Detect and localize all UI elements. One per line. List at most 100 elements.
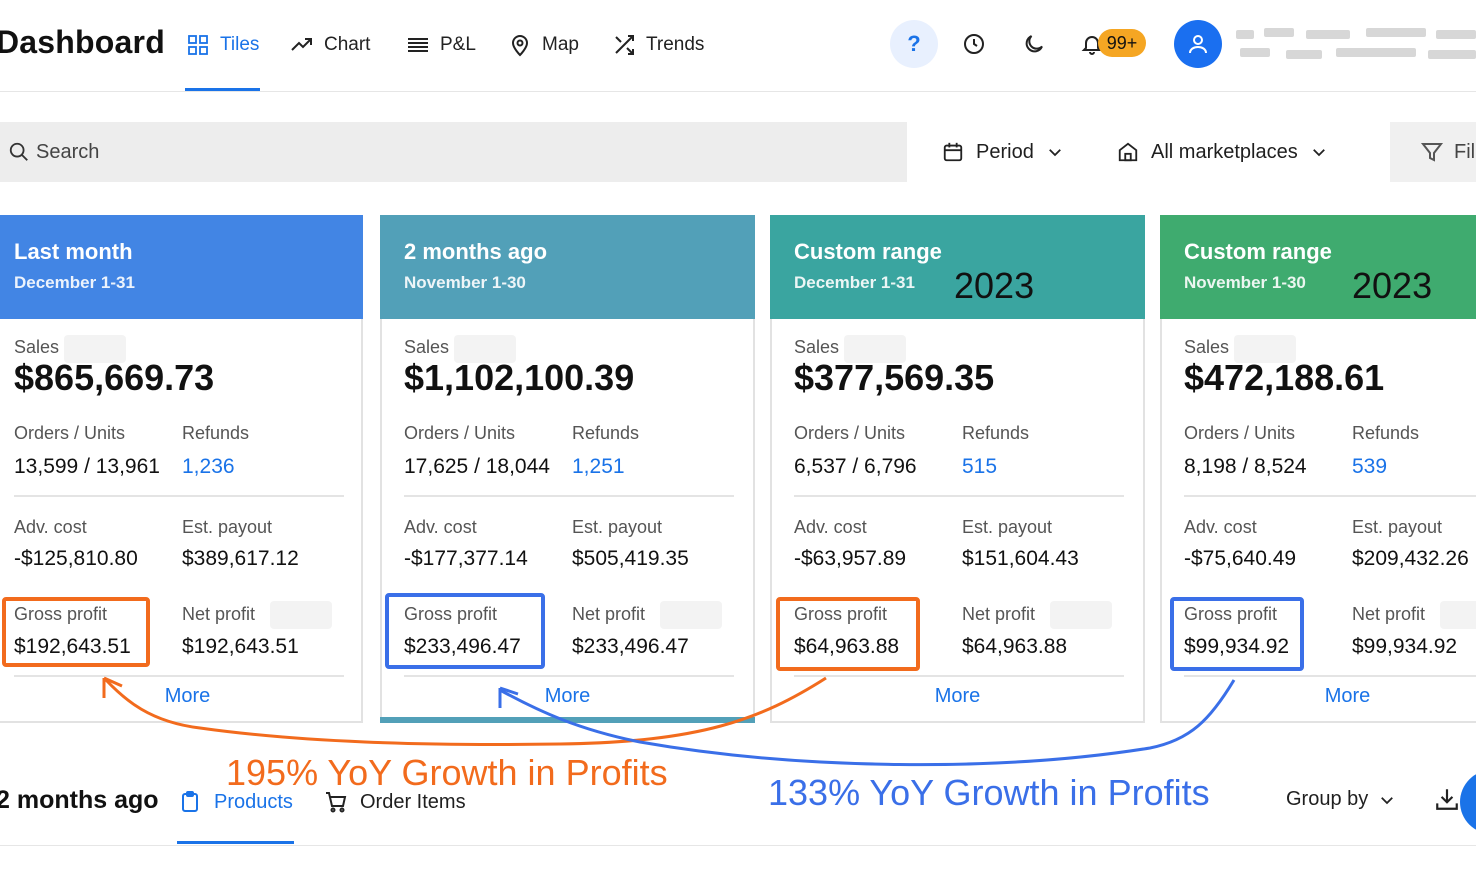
net-profit-label: Net profit [182,604,256,624]
gross-profit-highlight [2,597,150,667]
tile-last-month: Last month December 1-31 Sales $865,669.… [0,215,363,723]
user-icon [1189,35,1207,54]
orders-label: Orders / Units [14,423,126,443]
more-link[interactable]: More [1162,685,1476,708]
net-profit-label: Net profit [572,604,646,624]
tab-trends[interactable]: Trends [612,30,704,60]
est-payout-label: Est. payout [962,517,1053,537]
tab-chart[interactable]: Chart [290,30,370,60]
tile-subtitle: December 1-31 [794,273,915,292]
year-annotation: 2023 [954,265,1035,306]
tile-title: Last month [14,239,133,264]
sales-label: Sales [404,337,450,357]
redacted-chip [1050,601,1112,629]
chevron-down-icon [1312,149,1325,157]
notification-count-badge: 99+ [1098,29,1146,57]
divider [1184,495,1476,497]
tab-trends-label: Trends [646,34,705,55]
tab-order-items[interactable]: Order Items [324,788,466,816]
refunds-link[interactable]: 515 [962,455,997,479]
tile-header: Custom range December 1-31 2023 [770,215,1145,319]
chevron-down-icon [1381,796,1394,804]
tile-title: 2 months ago [404,239,548,264]
more-link[interactable]: More [382,685,753,708]
floating-action-button[interactable] [1460,770,1476,834]
est-payout-value: $209,432.26 [1352,547,1469,570]
marketplaces-dropdown[interactable]: All marketplaces [1117,136,1328,168]
est-payout-label: Est. payout [1352,517,1443,537]
tab-order-items-label: Order Items [360,790,466,813]
blue-annotation-text: 133% YoY Growth in Profits [768,772,1210,813]
tab-products-label: Products [214,790,293,813]
sales-value: $865,669.73 [14,357,215,398]
net-profit-value: $64,963.88 [962,635,1068,658]
refunds-label: Refunds [572,423,640,443]
adv-cost-label: Adv. cost [14,517,87,537]
search-icon [9,142,28,161]
divider [0,845,1476,846]
active-tab-indicator [185,88,260,91]
active-subtab-indicator [177,841,294,844]
refunds-link[interactable]: 539 [1352,455,1387,479]
sales-label: Sales [794,337,840,357]
map-pin-icon [511,35,529,57]
group-by-dropdown[interactable]: Group by [1286,788,1396,811]
redacted-chip [270,601,332,629]
question-mark-icon: ? [907,31,921,56]
est-payout-value: $151,604.43 [962,547,1079,570]
section-title: 2 months ago [0,786,159,814]
gross-profit-highlight [385,593,545,669]
sales-value: $472,188.61 [1184,357,1385,398]
sales-value: $377,569.35 [794,357,995,398]
sales-value: $1,102,100.39 [404,357,635,398]
orders-label: Orders / Units [404,423,516,443]
sales-label: Sales [14,337,60,357]
search-bar[interactable] [0,122,907,182]
tile-header: Custom range November 1-30 2023 [1160,215,1476,319]
cart-icon [326,792,347,813]
calendar-icon [943,142,963,162]
moon-icon [1025,35,1043,53]
tab-products[interactable]: Products [178,788,293,816]
tile-title: Custom range [794,239,942,264]
tile-two-months-ago: 2 months ago November 1-30 Sales $1,102,… [380,215,755,723]
redacted-chip [660,601,722,629]
redacted-user-info [1236,26,1476,66]
more-link[interactable]: More [2,685,373,708]
orders-label: Orders / Units [1184,423,1296,443]
net-profit-value: $192,643.51 [182,635,299,658]
est-payout-value: $389,617.12 [182,547,299,570]
grid-icon [188,35,208,55]
history-button[interactable] [950,20,998,68]
divider [14,495,344,497]
tab-map[interactable]: Map [508,30,579,60]
filters-label: Fil [1454,140,1476,163]
tab-chart-label: Chart [324,34,371,55]
tab-pnl[interactable]: P&L [406,30,476,60]
orders-value: 13,599 / 13,961 [14,455,160,478]
refunds-link[interactable]: 1,236 [182,455,235,479]
filters-button[interactable]: Fil [1390,122,1476,182]
tile-custom-range-dec: Custom range December 1-31 2023 Sales $3… [770,215,1145,723]
adv-cost-value: -$125,810.80 [14,547,138,570]
gross-profit-highlight [1170,597,1304,671]
help-button[interactable]: ? [890,20,938,68]
refunds-link[interactable]: 1,251 [572,455,625,479]
selected-tile-indicator [380,717,755,723]
search-input[interactable] [36,140,876,164]
period-dropdown[interactable]: Period [942,136,1064,168]
user-avatar[interactable] [1174,20,1222,68]
refunds-label: Refunds [182,423,250,443]
more-link[interactable]: More [772,685,1143,708]
net-profit-value: $233,496.47 [572,635,689,658]
adv-cost-value: -$75,640.49 [1184,547,1297,570]
tab-tiles[interactable]: Tiles [186,30,259,60]
divider [794,495,1124,497]
tile-subtitle: November 1-30 [1184,273,1306,292]
dark-mode-button[interactable] [1010,20,1058,68]
group-by-label: Group by [1286,788,1369,810]
net-profit-label: Net profit [962,604,1036,624]
page-title: Dashboard [0,24,165,60]
tile-header: Last month December 1-31 [0,215,363,319]
download-icon[interactable] [1434,786,1460,812]
